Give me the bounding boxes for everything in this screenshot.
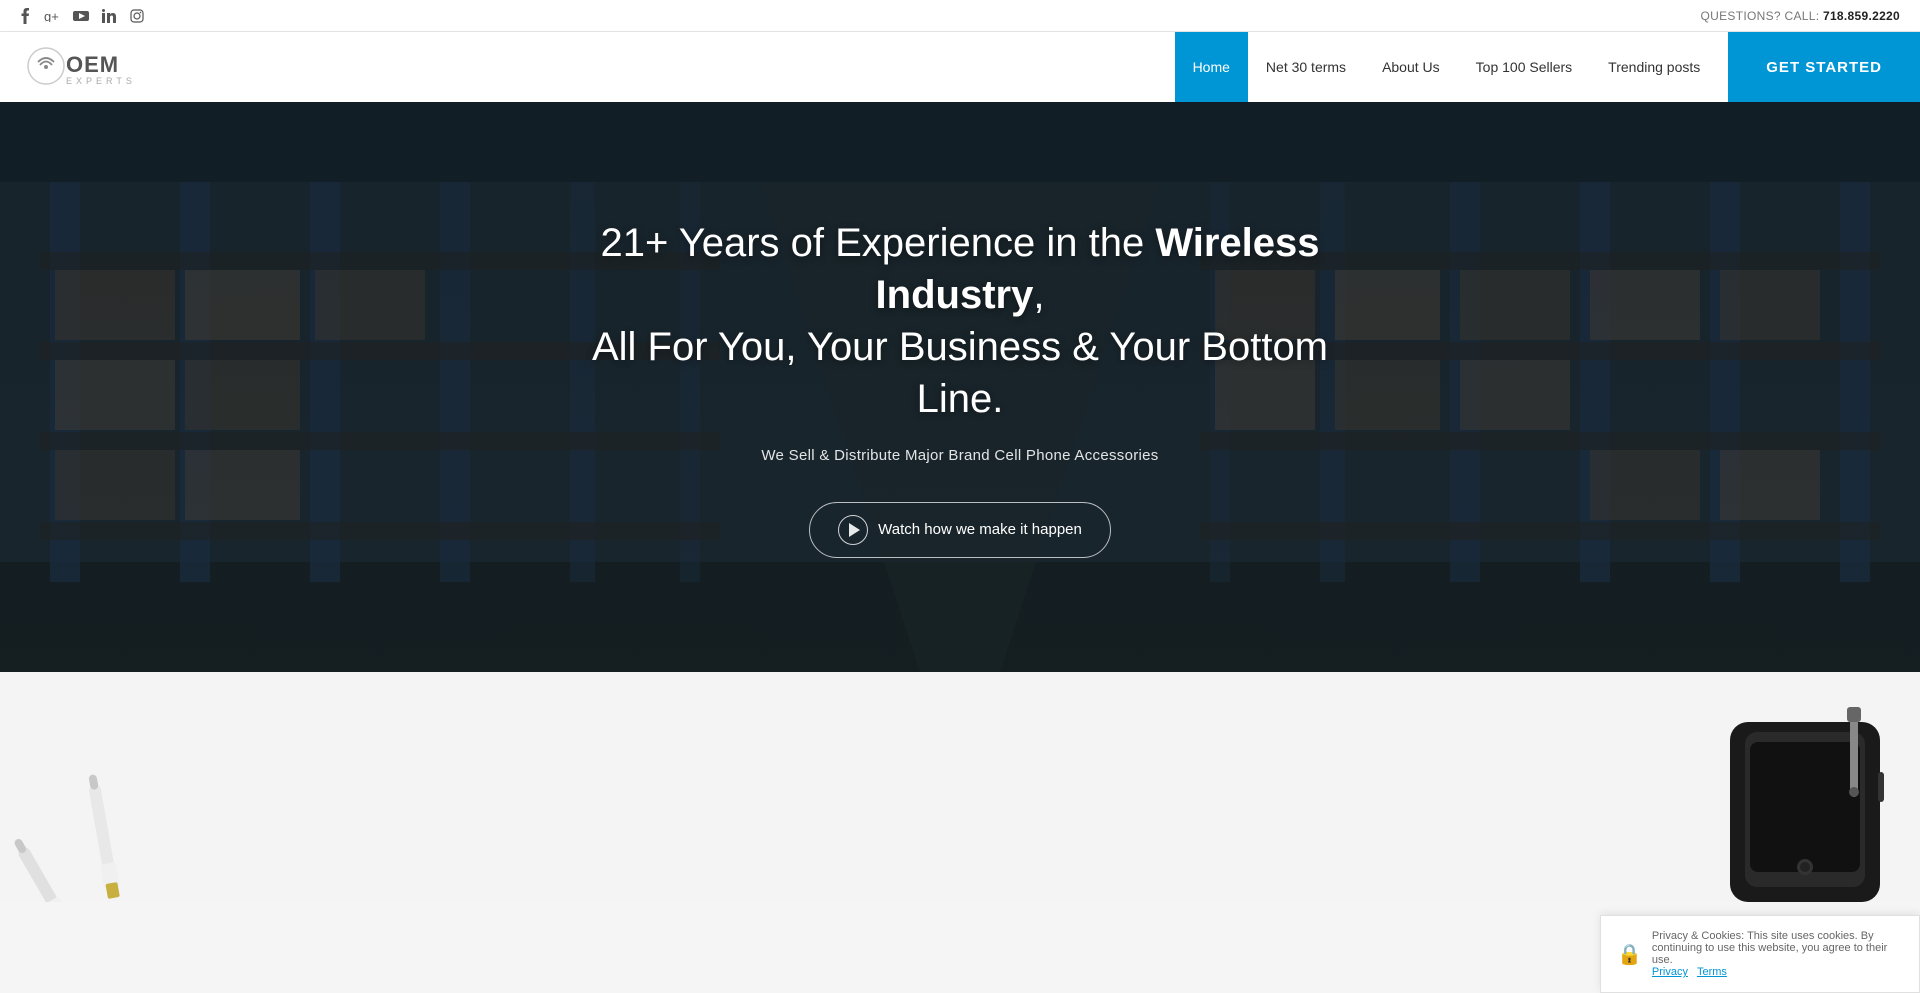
hero-subtitle: We Sell & Distribute Major Brand Cell Ph…	[590, 447, 1330, 464]
nav-item-about[interactable]: About Us	[1364, 32, 1458, 102]
watch-video-button[interactable]: Watch how we make it happen	[809, 502, 1111, 558]
linkedin-icon[interactable]	[100, 7, 118, 25]
top-bar: g+ QUESTIONS? CALL: 718.859.2220	[0, 0, 1920, 32]
svg-text:g+: g+	[44, 10, 59, 22]
nav-item-home[interactable]: Home	[1175, 32, 1248, 102]
nav-item-net30[interactable]: Net 30 terms	[1248, 32, 1364, 102]
nav-item-top100[interactable]: Top 100 Sellers	[1458, 32, 1591, 102]
instagram-icon[interactable]	[128, 7, 146, 25]
hero-content: 21+ Years of Experience in the Wireless …	[570, 217, 1350, 558]
cookie-text: Privacy & Cookies: This site uses cookie…	[1652, 930, 1903, 978]
questions-call: QUESTIONS? CALL: 718.859.2220	[1701, 9, 1901, 23]
play-icon	[838, 515, 868, 545]
questions-label: QUESTIONS? CALL:	[1701, 9, 1820, 23]
cable-svg	[0, 702, 230, 902]
hero-section: 21+ Years of Experience in the Wireless …	[0, 102, 1920, 672]
cookie-consent: 🔒 Privacy & Cookies: This site uses cook…	[1600, 915, 1920, 993]
cookie-terms-link[interactable]: Terms	[1697, 966, 1727, 978]
play-triangle	[849, 523, 860, 537]
nav-links: Home Net 30 terms About Us Top 100 Selle…	[1175, 32, 1719, 102]
logo-image: OEM EXPERTS	[24, 40, 134, 95]
phone-accessory-svg	[1690, 702, 1920, 902]
main-nav: Home Net 30 terms About Us Top 100 Selle…	[1175, 32, 1920, 102]
youtube-icon[interactable]	[72, 7, 90, 25]
nav-item-trending[interactable]: Trending posts	[1590, 32, 1718, 102]
logo[interactable]: OEM EXPERTS	[24, 40, 134, 95]
svg-text:OEM: OEM	[66, 52, 119, 77]
googleplus-icon[interactable]: g+	[44, 7, 62, 25]
product-cables	[0, 702, 230, 902]
facebook-icon[interactable]	[16, 7, 34, 25]
svg-text:EXPERTS: EXPERTS	[66, 76, 134, 86]
phone-number[interactable]: 718.859.2220	[1823, 9, 1900, 23]
below-hero-section	[0, 672, 1920, 902]
header: OEM EXPERTS Home Net 30 terms About Us T…	[0, 32, 1920, 102]
social-icons: g+	[16, 7, 146, 25]
get-started-button[interactable]: GET STARTED	[1728, 32, 1920, 102]
watch-btn-label: Watch how we make it happen	[878, 521, 1082, 538]
hero-title: 21+ Years of Experience in the Wireless …	[590, 217, 1330, 425]
lock-icon: 🔒	[1617, 942, 1642, 967]
cookie-privacy-link[interactable]: Privacy	[1652, 966, 1688, 978]
product-phone	[1690, 702, 1920, 902]
